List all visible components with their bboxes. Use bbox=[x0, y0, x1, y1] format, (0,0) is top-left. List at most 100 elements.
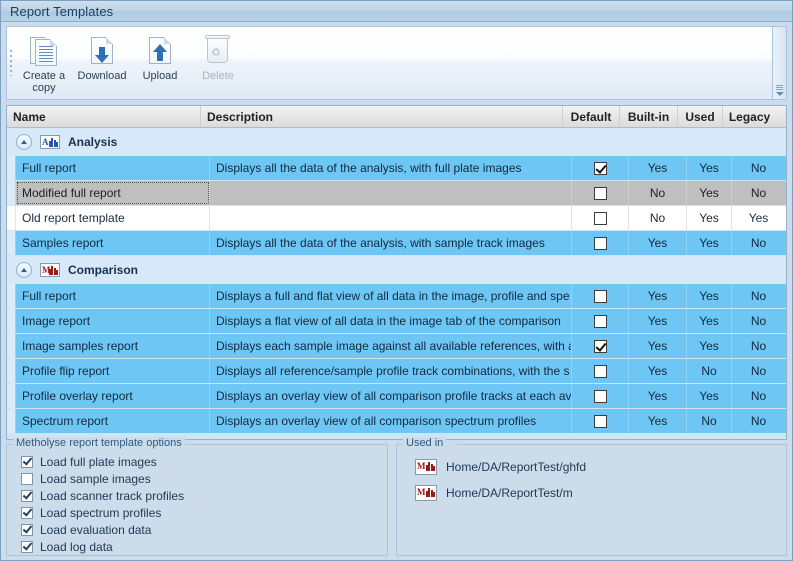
table-row[interactable]: Profile overlay report Displays an overla… bbox=[7, 384, 786, 409]
table-row[interactable]: Profile flip report Displays all referenc… bbox=[7, 359, 786, 384]
cell-default[interactable] bbox=[572, 181, 629, 205]
option-row[interactable]: Load scanner track profiles bbox=[15, 488, 379, 504]
cell-name: Old report template bbox=[16, 206, 210, 230]
column-header-description[interactable]: Description bbox=[201, 106, 563, 127]
cell-builtin: Yes bbox=[629, 231, 687, 255]
option-row[interactable]: Load evaluation data bbox=[15, 522, 379, 538]
row-selector[interactable] bbox=[7, 334, 16, 358]
chevron-down-icon bbox=[775, 92, 784, 96]
download-button[interactable]: Download bbox=[73, 33, 131, 94]
report-templates-grid: Name Description Default Built-in Used L… bbox=[6, 105, 787, 440]
column-header-built-in[interactable]: Built-in bbox=[620, 106, 678, 127]
option-checkbox[interactable] bbox=[21, 507, 33, 519]
cell-description: Displays an overlay view of all comparis… bbox=[210, 409, 572, 433]
cell-used: Yes bbox=[687, 206, 732, 230]
delete-button[interactable]: ♻ Delete bbox=[189, 33, 247, 94]
row-selector[interactable] bbox=[7, 384, 16, 408]
table-row[interactable]: Full report Displays all the data of the … bbox=[7, 156, 786, 181]
upload-button[interactable]: Upload bbox=[131, 33, 189, 94]
cell-default[interactable] bbox=[572, 384, 629, 408]
cell-builtin: Yes bbox=[629, 156, 687, 180]
row-selector[interactable] bbox=[7, 156, 16, 180]
table-row[interactable]: Full report Displays a full and flat view… bbox=[7, 284, 786, 309]
default-checkbox[interactable] bbox=[593, 339, 607, 353]
cell-default[interactable] bbox=[572, 409, 629, 433]
group-header-comparison[interactable]: M Comparison bbox=[7, 256, 786, 284]
toolbar-overflow-scrollbar[interactable] bbox=[772, 26, 787, 100]
cell-default[interactable] bbox=[572, 156, 629, 180]
trash-icon: ♻ bbox=[202, 35, 234, 67]
row-selector[interactable] bbox=[7, 206, 16, 230]
column-header-default[interactable]: Default bbox=[563, 106, 620, 127]
used-in-panel: Used in M Home/DA/ReportTest/ghfd M Home/DA… bbox=[396, 437, 787, 556]
cell-description: Displays an overlay view of all comparis… bbox=[210, 384, 572, 408]
cell-name: Profile flip report bbox=[16, 359, 210, 383]
default-checkbox[interactable] bbox=[593, 414, 607, 428]
option-checkbox[interactable] bbox=[21, 456, 33, 468]
default-checkbox[interactable] bbox=[593, 236, 607, 250]
group-collapse-toggle[interactable] bbox=[16, 262, 32, 278]
option-label: Load evaluation data bbox=[40, 523, 152, 537]
row-selector[interactable] bbox=[7, 309, 16, 333]
option-label: Load scanner track profiles bbox=[40, 489, 185, 503]
cell-used: Yes bbox=[687, 309, 732, 333]
table-row[interactable]: Spectrum report Displays an overlay view … bbox=[7, 409, 786, 434]
column-header-name[interactable]: Name bbox=[7, 106, 201, 127]
default-checkbox[interactable] bbox=[593, 364, 607, 378]
option-row[interactable]: Load full plate images bbox=[15, 454, 379, 470]
default-checkbox[interactable] bbox=[593, 161, 607, 175]
column-header-used[interactable]: Used bbox=[678, 106, 723, 127]
grid-header-row: Name Description Default Built-in Used L… bbox=[7, 106, 786, 128]
table-row[interactable]: Modified full report No Yes No bbox=[7, 181, 786, 206]
cell-legacy: No bbox=[750, 289, 767, 303]
cell-description: Displays each sample image against all a… bbox=[210, 334, 572, 358]
default-checkbox[interactable] bbox=[593, 289, 607, 303]
toolbar-drag-handle[interactable] bbox=[7, 27, 15, 99]
grid-body: A Analysis Full report Displays all the dat… bbox=[7, 128, 786, 434]
option-row[interactable]: Load spectrum profiles bbox=[15, 505, 379, 521]
cell-default[interactable] bbox=[572, 359, 629, 383]
used-in-item[interactable]: M Home/DA/ReportTest/ghfd bbox=[415, 454, 778, 480]
used-in-item[interactable]: M Home/DA/ReportTest/m bbox=[415, 480, 778, 506]
option-checkbox[interactable] bbox=[21, 473, 33, 485]
cell-builtin: Yes bbox=[629, 309, 687, 333]
cell-name: Profile overlay report bbox=[16, 384, 210, 408]
group-collapse-toggle[interactable] bbox=[16, 134, 32, 150]
row-selector[interactable] bbox=[7, 284, 16, 308]
row-selector[interactable] bbox=[7, 409, 16, 433]
cell-legacy: No bbox=[750, 364, 767, 378]
cell-description: Displays a full and flat view of all dat… bbox=[210, 284, 572, 308]
default-checkbox[interactable] bbox=[593, 186, 607, 200]
cell-name: Full report bbox=[16, 284, 210, 308]
option-checkbox[interactable] bbox=[21, 541, 33, 553]
cell-default[interactable] bbox=[572, 284, 629, 308]
comparison-chart-icon: M bbox=[415, 459, 437, 475]
row-selector[interactable] bbox=[7, 181, 16, 205]
cell-used: Yes bbox=[687, 231, 732, 255]
download-label: Download bbox=[77, 70, 127, 82]
option-row[interactable]: Load log data bbox=[15, 539, 379, 555]
cell-used: No bbox=[687, 359, 732, 383]
cell-default[interactable] bbox=[572, 206, 629, 230]
default-checkbox[interactable] bbox=[593, 314, 607, 328]
group-header-analysis[interactable]: A Analysis bbox=[7, 128, 786, 156]
default-checkbox[interactable] bbox=[593, 389, 607, 403]
cell-legacy: No bbox=[750, 414, 767, 428]
table-row[interactable]: Image report Displays a flat view of all … bbox=[7, 309, 786, 334]
default-checkbox[interactable] bbox=[593, 211, 607, 225]
create-a-copy-button[interactable]: Create a copy bbox=[15, 33, 73, 94]
row-selector[interactable] bbox=[7, 231, 16, 255]
cell-default[interactable] bbox=[572, 231, 629, 255]
table-row[interactable]: Samples report Displays all the data of t… bbox=[7, 231, 786, 256]
column-header-legacy[interactable]: Legacy bbox=[723, 106, 776, 127]
cell-legacy: No bbox=[750, 186, 767, 200]
option-checkbox[interactable] bbox=[21, 490, 33, 502]
cell-default[interactable] bbox=[572, 334, 629, 358]
cell-used: Yes bbox=[687, 384, 732, 408]
option-row[interactable]: Load sample images bbox=[15, 471, 379, 487]
option-checkbox[interactable] bbox=[21, 524, 33, 536]
table-row[interactable]: Image samples report Displays each sample… bbox=[7, 334, 786, 359]
cell-default[interactable] bbox=[572, 309, 629, 333]
row-selector[interactable] bbox=[7, 359, 16, 383]
table-row[interactable]: Old report template No Yes Yes bbox=[7, 206, 786, 231]
